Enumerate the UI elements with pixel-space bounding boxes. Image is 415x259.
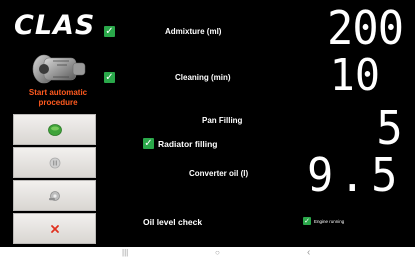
recent-apps-icon[interactable]: ||| — [122, 248, 128, 258]
engine-running-checkbox[interactable]: ✓ — [303, 217, 311, 225]
admixture-label: Admixture (ml) — [165, 27, 222, 36]
gearbox-image — [32, 54, 86, 84]
admixture-value[interactable]: 200 — [327, 4, 404, 52]
engine-running-label: Engine running — [314, 218, 345, 224]
system-nav-bar: ||| ○ ‹ — [0, 247, 415, 259]
close-icon — [50, 224, 59, 233]
app-screen: CLAS ✓ Admixture (ml) 200 ✓ Cleaning (mi… — [0, 0, 415, 259]
home-icon[interactable]: ○ — [215, 248, 220, 258]
cleaning-value[interactable]: 10 — [330, 53, 380, 99]
engine-running-row[interactable]: ✓ Engine running — [303, 217, 344, 225]
pan-filling-value[interactable]: 5 — [377, 104, 403, 152]
radiator-filling-row[interactable]: ✓ Radiator filling — [143, 138, 218, 149]
converter-oil-value[interactable]: 9.5 — [307, 151, 403, 199]
oil-level-check-label: Oil level check — [143, 217, 203, 227]
back-icon[interactable]: ‹ — [307, 248, 310, 258]
cancel-button[interactable] — [13, 213, 96, 244]
radiator-filling-label: Radiator filling — [158, 138, 218, 149]
admixture-checkbox[interactable]: ✓ — [104, 26, 115, 37]
clas-logo: CLAS — [14, 10, 96, 41]
radiator-filling-checkbox[interactable]: ✓ — [143, 138, 154, 149]
settings-button[interactable] — [13, 180, 96, 211]
start-button[interactable] — [13, 114, 96, 145]
pause-icon — [49, 157, 60, 168]
green-play-icon — [47, 123, 62, 136]
converter-oil-label: Converter oil (l) — [189, 169, 249, 178]
pan-filling-label: Pan Filling — [202, 116, 243, 125]
start-automatic-label: Start automatic procedure — [28, 88, 88, 107]
cleaning-checkbox[interactable]: ✓ — [104, 72, 115, 83]
tool-icon — [48, 190, 60, 201]
pause-button[interactable] — [13, 147, 96, 178]
cleaning-label: Cleaning (min) — [175, 73, 231, 82]
